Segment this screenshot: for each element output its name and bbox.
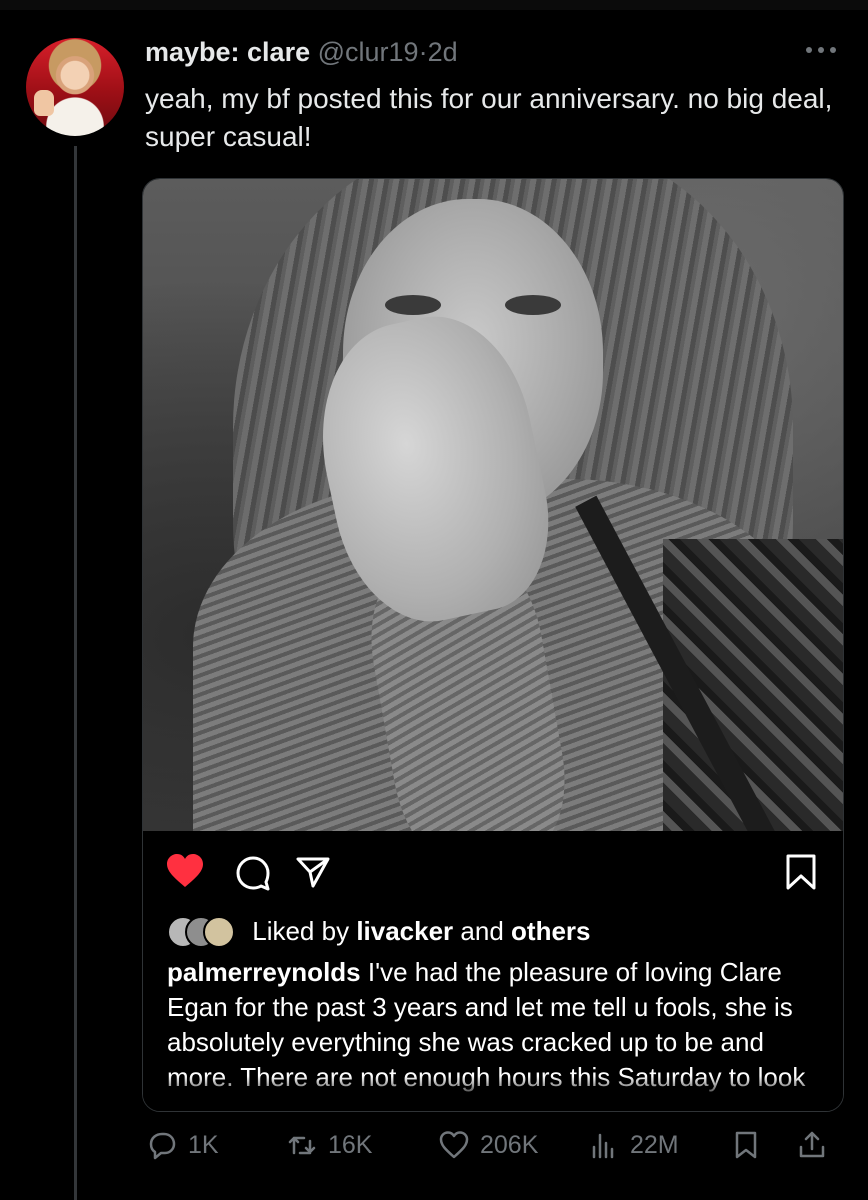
share-tweet-icon (799, 1131, 825, 1158)
media-card[interactable]: Liked by livacker and others palmerreyno… (142, 178, 844, 1112)
tweet-text: yeah, my bf posted this for our annivers… (145, 83, 833, 152)
like-button[interactable]: 206K (438, 1126, 538, 1164)
retweet-icon (288, 1136, 316, 1155)
photo-eye-right (505, 295, 561, 315)
selfie-photo[interactable] (143, 179, 843, 831)
reply-count: 1K (188, 1130, 219, 1159)
liked-user[interactable]: livacker (356, 916, 453, 946)
tweet-header: maybe: clare @clur19·2d (145, 36, 458, 68)
comment-icon[interactable] (235, 855, 271, 891)
instagram-post-bar: Liked by livacker and others palmerreyno… (143, 831, 843, 1111)
heart-icon[interactable] (165, 853, 205, 889)
caption-fade (143, 1076, 843, 1111)
timestamp[interactable]: 2d (428, 37, 458, 67)
retweet-count: 16K (328, 1130, 373, 1159)
like-count: 206K (480, 1130, 539, 1159)
separator: · (418, 37, 428, 67)
tweet-action-bar: 1K 16K 206K 22M (140, 1120, 850, 1170)
reply-icon (149, 1132, 176, 1160)
share-icon[interactable] (295, 855, 331, 889)
avatar[interactable] (26, 38, 124, 136)
display-name[interactable]: maybe: clare (145, 37, 310, 67)
like-icon (439, 1131, 469, 1159)
views-icon (592, 1133, 614, 1159)
liked-avatars (167, 916, 245, 948)
retweet-button[interactable]: 16K (286, 1126, 372, 1164)
views-count: 22M (630, 1130, 679, 1159)
liked-and: and (460, 916, 504, 946)
avatar-thumb (34, 90, 54, 116)
reply-button[interactable]: 1K (146, 1126, 219, 1164)
more-icon[interactable] (801, 38, 841, 62)
share-tweet-button[interactable] (796, 1126, 838, 1164)
handle[interactable]: @clur19 (318, 37, 419, 67)
thread-line (74, 146, 77, 1200)
photo-eye-left (385, 295, 441, 315)
liked-prefix: Liked by (252, 916, 350, 946)
top-border (0, 0, 868, 10)
liked-others[interactable]: others (511, 916, 590, 946)
bookmark-button[interactable] (730, 1126, 772, 1164)
liked-by-row[interactable]: Liked by livacker and others (167, 915, 591, 948)
views-button[interactable]: 22M (588, 1126, 679, 1164)
caption-username[interactable]: palmerreynolds (167, 957, 361, 987)
save-icon[interactable] (785, 853, 817, 891)
bookmark-icon (735, 1131, 757, 1159)
